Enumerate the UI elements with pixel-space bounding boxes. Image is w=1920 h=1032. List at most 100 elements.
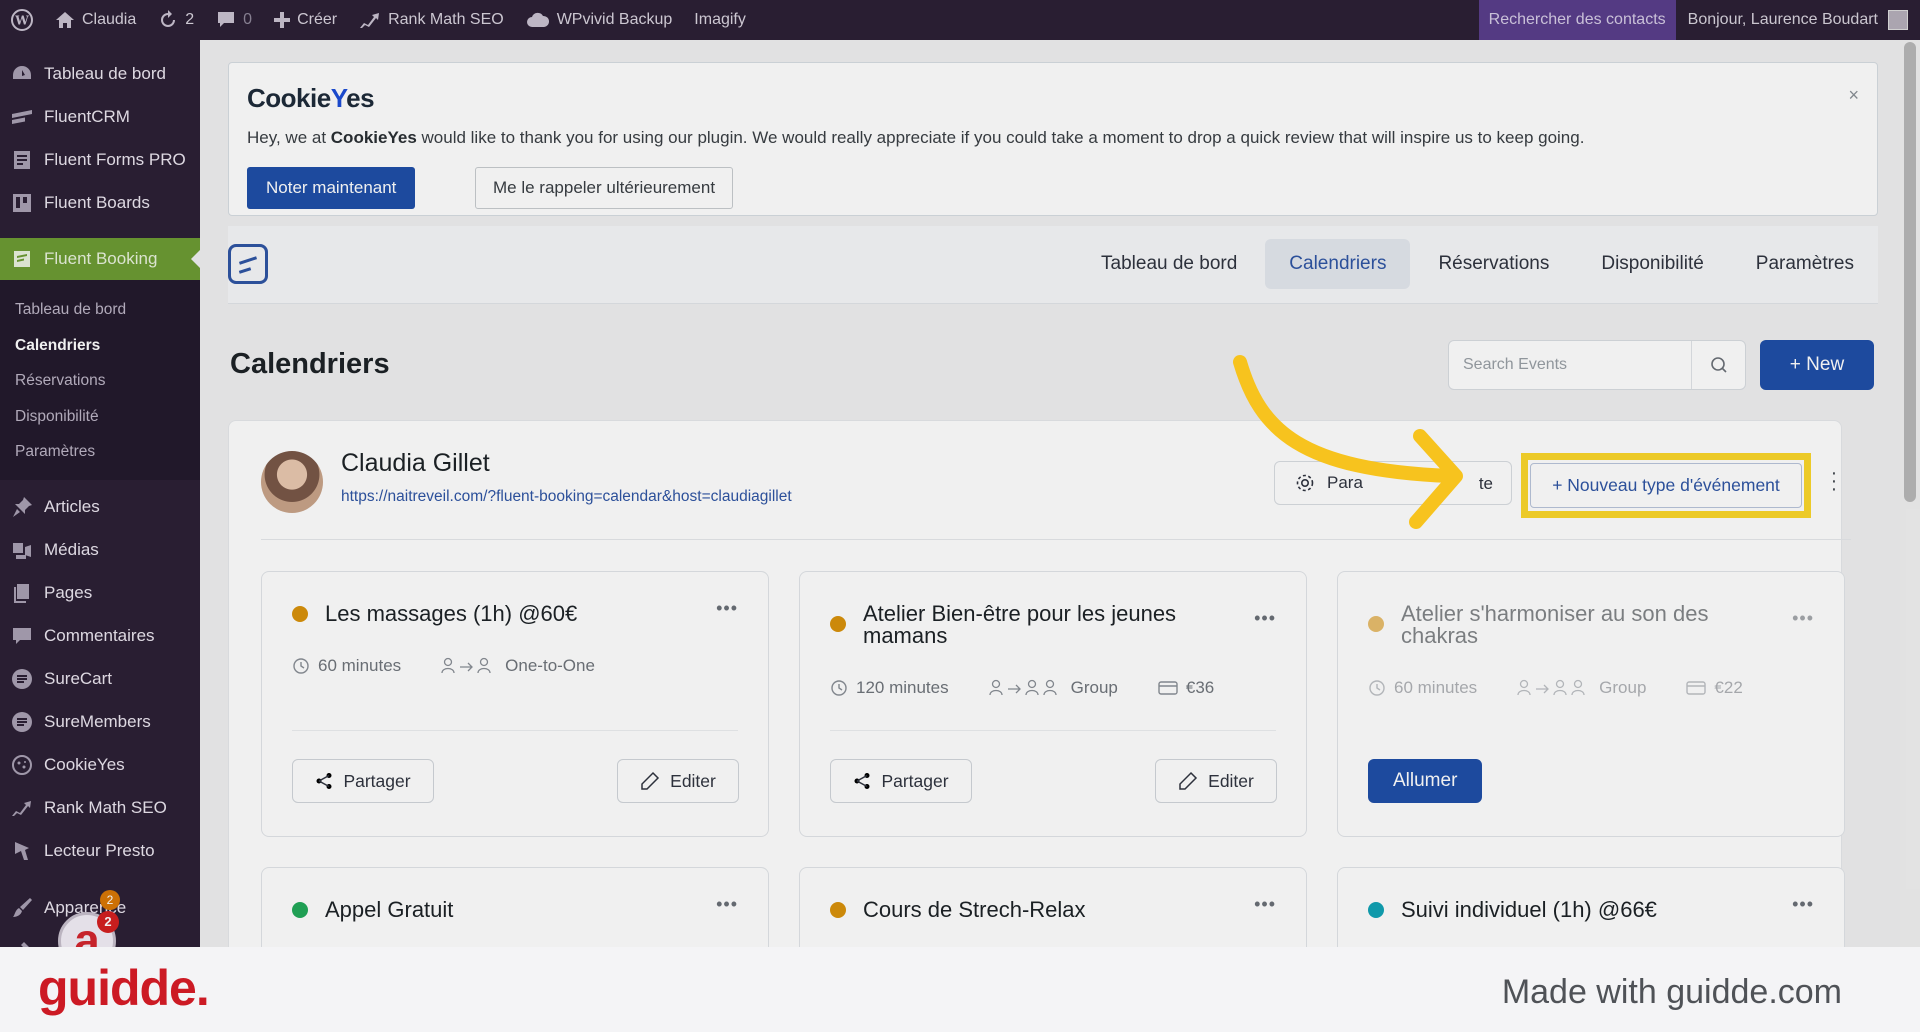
- tab-reservations[interactable]: Réservations: [1414, 239, 1573, 289]
- event-title: Cours de Strech-Relax: [863, 897, 1086, 922]
- fluent-booking-nav: Tableau de bord Calendriers Réservations…: [228, 226, 1878, 304]
- more-options-icon[interactable]: •••: [1254, 608, 1276, 629]
- sidebar-item-pages[interactable]: Pages: [0, 572, 200, 615]
- chat-notification-badge: 2: [97, 911, 119, 933]
- sidebar-item-surecart[interactable]: SureCart: [0, 658, 200, 701]
- edit-button[interactable]: Editer: [1155, 759, 1277, 803]
- sidebar-item-fluent-booking[interactable]: Fluent Booking: [0, 238, 200, 280]
- admin-sidebar: Tableau de bord FluentCRM Fluent Forms P…: [0, 40, 200, 947]
- made-with-text: Made with guidde.com: [1501, 973, 1842, 1011]
- user-menu[interactable]: Bonjour, Laurence Boudart: [1676, 0, 1920, 40]
- search-contacts-label: Rechercher des contacts: [1488, 11, 1666, 28]
- pages-icon: [10, 581, 34, 605]
- event-card: Atelier s'harmoniser au son des chakras …: [1337, 571, 1845, 837]
- rankmath-icon: [360, 13, 380, 28]
- submenu-dashboard[interactable]: Tableau de bord: [0, 292, 200, 328]
- clock-icon: [293, 658, 309, 674]
- sidebar-item-comments[interactable]: Commentaires: [0, 615, 200, 658]
- sidebar-item-label: Fluent Booking: [44, 249, 158, 268]
- enable-event-button[interactable]: Allumer: [1368, 759, 1483, 803]
- forms-icon: [10, 148, 34, 172]
- sidebar-item-articles[interactable]: Articles: [0, 486, 200, 529]
- edit-button[interactable]: Editer: [617, 759, 739, 803]
- comments-link[interactable]: 0: [205, 0, 263, 40]
- more-options-icon[interactable]: •••: [1254, 894, 1276, 915]
- event-card: Les massages (1h) @60€ ••• 60 minutes On…: [261, 571, 769, 837]
- wpvivid-link[interactable]: WPvivid Backup: [515, 0, 684, 40]
- updates-link[interactable]: 2: [147, 0, 205, 40]
- tab-availability[interactable]: Disponibilité: [1577, 239, 1727, 289]
- host-booking-link[interactable]: https://naitreveil.com/?fluent-booking=c…: [341, 488, 792, 506]
- share-icon: [316, 773, 332, 789]
- sidebar-item-fluentcrm[interactable]: FluentCRM: [0, 95, 200, 138]
- site-home-link[interactable]: Claudia: [44, 0, 147, 40]
- remind-later-button[interactable]: Me le rappeler ultérieurement: [475, 167, 734, 209]
- more-options-icon[interactable]: · · ·: [1829, 463, 1839, 499]
- pencil-icon: [641, 771, 660, 790]
- more-options-icon[interactable]: •••: [1792, 894, 1814, 915]
- fluent-booking-submenu: Tableau de bord Calendriers Réservations…: [0, 280, 200, 480]
- comments-count: 0: [243, 11, 253, 28]
- sidebar-item-dashboard[interactable]: Tableau de bord: [0, 52, 200, 95]
- sidebar-item-label: Fluent Forms PRO: [44, 149, 186, 169]
- sidebar-item-label: SureMembers: [44, 712, 151, 731]
- status-dot: [292, 606, 308, 622]
- fluent-booking-logo-icon[interactable]: [228, 244, 268, 284]
- cookieyes-notice: CookieYes Hey, we at CookieYes would lik…: [228, 62, 1878, 216]
- guidde-footer: guidde. Made with guidde.com: [0, 947, 1920, 1032]
- status-dot: [830, 902, 846, 918]
- sidebar-item-suremembers[interactable]: SureMembers: [0, 701, 200, 744]
- sidebar-item-fluent-forms[interactable]: Fluent Forms PRO: [0, 138, 200, 181]
- refresh-icon: [161, 10, 176, 27]
- event-type: One-to-One: [505, 656, 595, 675]
- wordpress-logo-icon[interactable]: W: [0, 0, 44, 40]
- rate-now-button[interactable]: Noter maintenant: [247, 167, 416, 209]
- more-options-icon[interactable]: •••: [716, 894, 738, 915]
- share-button[interactable]: Partager: [292, 759, 434, 803]
- settings-button-label-tail: te: [1478, 474, 1493, 493]
- sidebar-item-rankmath[interactable]: Rank Math SEO: [0, 787, 200, 830]
- event-type: Group: [1599, 678, 1647, 697]
- sidebar-item-media[interactable]: Médias: [0, 529, 200, 572]
- sidebar-item-cookieyes[interactable]: CookieYes: [0, 744, 200, 787]
- share-button[interactable]: Partager: [830, 759, 972, 803]
- sidebar-item-label: SureCart: [44, 669, 113, 688]
- submenu-availability[interactable]: Disponibilité: [0, 399, 200, 435]
- event-price: €22: [1714, 678, 1743, 697]
- sidebar-item-fluent-boards[interactable]: Fluent Boards: [0, 181, 200, 224]
- new-event-type-button[interactable]: + Nouveau type d'événement: [1530, 463, 1802, 508]
- group-icon: [1517, 679, 1585, 696]
- event-title: Atelier Bien-être pour les jeunes mamans: [863, 601, 1177, 648]
- submenu-settings[interactable]: Paramètres: [0, 434, 200, 470]
- plugins-update-badge: 2: [100, 890, 120, 910]
- tab-settings[interactable]: Paramètres: [1732, 239, 1878, 289]
- imagify-link[interactable]: Imagify: [683, 0, 757, 40]
- search-input[interactable]: [1449, 341, 1693, 389]
- close-icon[interactable]: ×: [1848, 85, 1859, 106]
- event-title: Suivi individuel (1h) @66€: [1401, 897, 1657, 922]
- comments-icon: [10, 624, 34, 648]
- create-link[interactable]: Créer: [263, 0, 348, 40]
- submenu-calendars[interactable]: Calendriers: [0, 328, 200, 364]
- user-avatar-icon: [1888, 10, 1908, 30]
- sidebar-item-presto[interactable]: Lecteur Presto: [0, 830, 200, 873]
- submenu-reservations[interactable]: Réservations: [0, 363, 200, 399]
- event-duration: 60 minutes: [1394, 678, 1478, 697]
- pencil-icon: [1179, 771, 1198, 790]
- more-options-icon[interactable]: •••: [716, 598, 738, 619]
- one-to-one-icon: [441, 657, 491, 674]
- event-duration: 60 minutes: [318, 656, 402, 675]
- scrollbar-thumb[interactable]: [1904, 42, 1916, 502]
- rankmath-link[interactable]: Rank Math SEO: [348, 0, 515, 40]
- plus-icon: [274, 12, 291, 28]
- tab-calendars[interactable]: Calendriers: [1265, 239, 1411, 289]
- clock-icon: [831, 680, 847, 696]
- page-scrollbar[interactable]: [1900, 40, 1920, 947]
- cookie-icon: [10, 753, 34, 777]
- home-icon: [56, 12, 74, 28]
- more-options-icon[interactable]: •••: [1792, 608, 1814, 629]
- search-contacts-button[interactable]: Rechercher des contacts: [1478, 0, 1676, 40]
- tab-dashboard[interactable]: Tableau de bord: [1077, 239, 1261, 289]
- search-icon[interactable]: [1691, 341, 1745, 389]
- new-calendar-button[interactable]: + New: [1760, 340, 1874, 390]
